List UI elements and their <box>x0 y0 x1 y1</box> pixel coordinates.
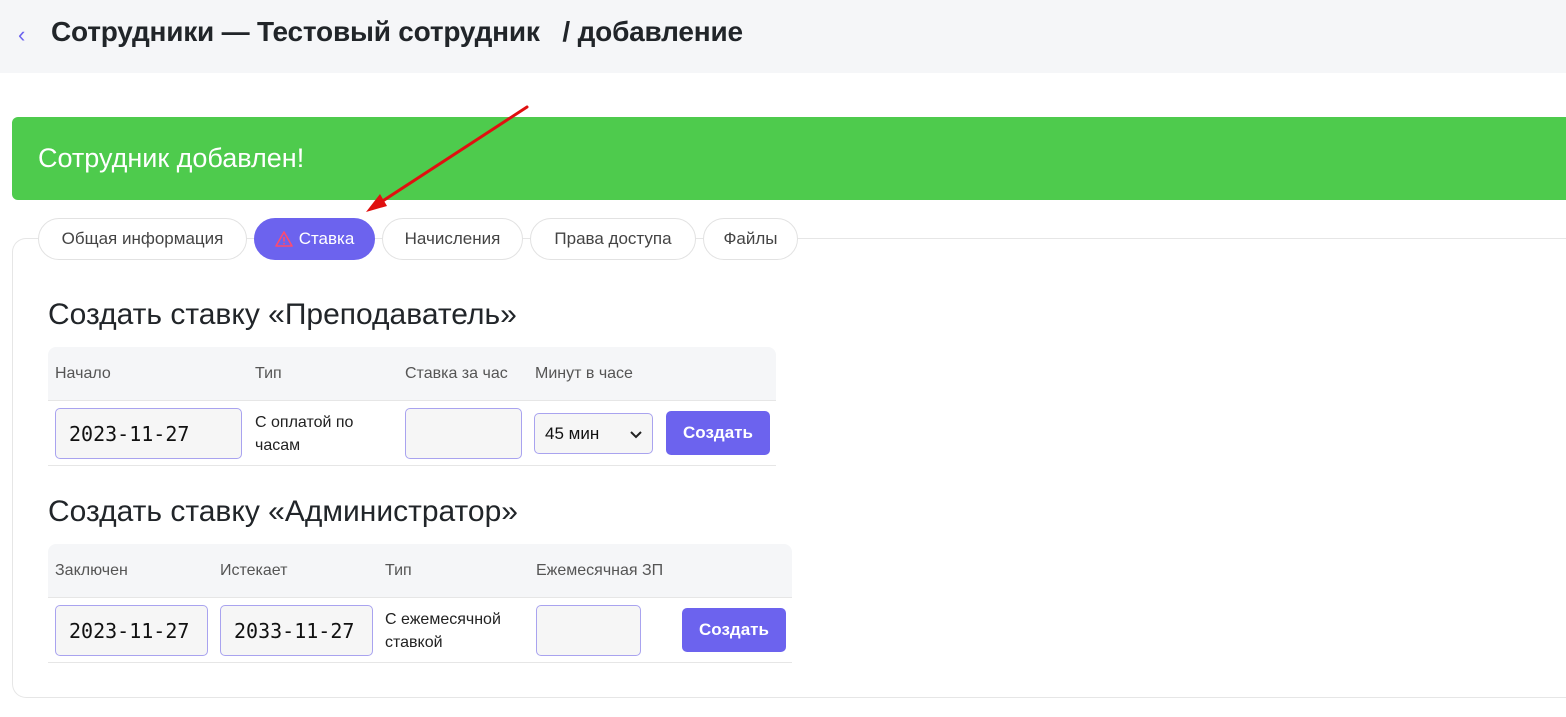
success-alert: Сотрудник добавлен! <box>12 117 1566 200</box>
rate-type-text: С ежемесячной ставкой <box>385 611 501 651</box>
column-header-expires: Истекает <box>220 562 288 579</box>
tab-label: Начисления <box>404 229 501 248</box>
tab-label: Права доступа <box>554 229 672 248</box>
tab-label: Файлы <box>723 229 778 248</box>
tab-label: Общая информация <box>61 229 224 248</box>
rate-type-text: С оплатой по часам <box>255 414 354 454</box>
table-header: Начало Тип Ставка за час Минут в часе <box>48 347 776 400</box>
tab-bar: Общая информация Ставка Начисления Права… <box>38 218 798 260</box>
tab-files[interactable]: Файлы <box>703 218 798 260</box>
column-header-type: Тип <box>385 562 412 579</box>
column-header-monthly-salary: Ежемесячная ЗП <box>536 562 664 579</box>
tab-access-rights[interactable]: Права доступа <box>530 218 696 260</box>
create-teacher-rate-button[interactable]: Создать <box>666 411 770 455</box>
start-date-input[interactable]: 2023-11-27 <box>55 408 242 459</box>
alert-message: Сотрудник добавлен! <box>38 143 305 173</box>
page-title: Сотрудники — Тестовый сотрудник / добавл… <box>51 16 743 47</box>
column-header-type: Тип <box>255 365 282 382</box>
select-value: 45 мин <box>545 423 600 443</box>
minutes-per-hour-select[interactable]: 45 мин <box>534 413 653 454</box>
create-admin-rate-button[interactable]: Создать <box>682 608 786 652</box>
column-header-start: Начало <box>55 365 111 382</box>
table-header: Заключен Истекает Тип Ежемесячная ЗП <box>48 544 792 597</box>
monthly-salary-input[interactable] <box>536 605 641 656</box>
row-divider <box>48 662 792 663</box>
teacher-section-title: Создать ставку «Преподаватель» <box>48 298 517 331</box>
expires-date-input[interactable]: 2033-11-27 <box>220 605 373 656</box>
column-header-minutes-per-hour: Минут в часе <box>535 365 633 382</box>
column-header-concluded: Заключен <box>55 562 128 579</box>
admin-section-title: Создать ставку «Администратор» <box>48 495 518 528</box>
row-divider <box>48 400 776 401</box>
tab-rate[interactable]: Ставка <box>254 218 375 260</box>
tab-accruals[interactable]: Начисления <box>382 218 523 260</box>
back-chevron-icon[interactable]: ‹ <box>18 22 34 48</box>
concluded-date-input[interactable]: 2023-11-27 <box>55 605 208 656</box>
top-bar: ‹ Сотрудники — Тестовый сотрудник / доба… <box>0 0 1566 73</box>
tab-label: Ставка <box>298 229 355 248</box>
admin-rate-table: Заключен Истекает Тип Ежемесячная ЗП 202… <box>48 544 792 664</box>
tab-general-info[interactable]: Общая информация <box>38 218 247 260</box>
chevron-down-icon <box>630 424 642 444</box>
row-divider <box>48 465 776 466</box>
teacher-rate-table: Начало Тип Ставка за час Минут в часе 20… <box>48 347 776 467</box>
column-header-hourly-rate: Ставка за час <box>405 365 508 382</box>
hourly-rate-input[interactable] <box>405 408 522 459</box>
row-divider <box>48 597 792 598</box>
warning-icon <box>274 230 293 248</box>
